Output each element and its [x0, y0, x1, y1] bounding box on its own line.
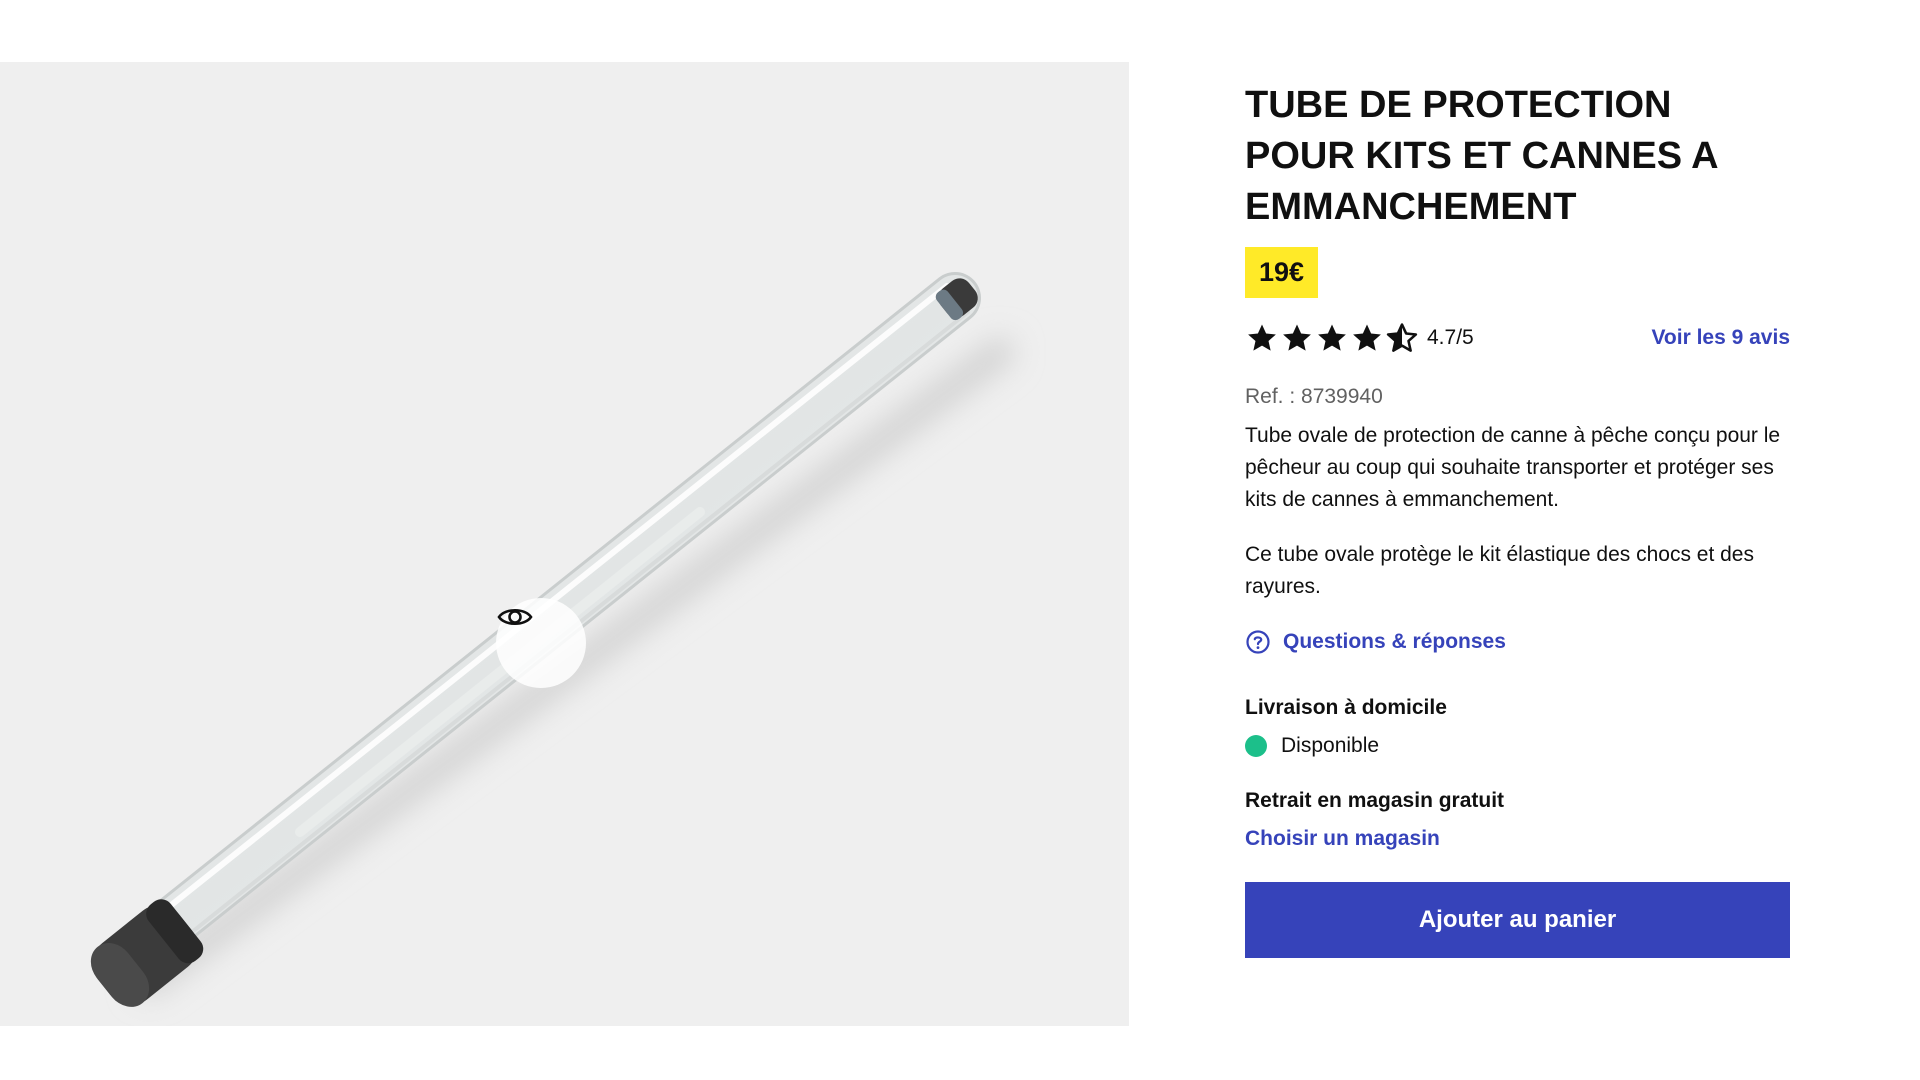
- product-info-panel: TUBE DE PROTECTION POUR KITS ET CANNES A…: [1245, 80, 1790, 958]
- availability-status: Disponible: [1245, 731, 1790, 761]
- star-full-icon: [1353, 324, 1381, 351]
- star-full-icon: [1283, 324, 1311, 351]
- available-dot-icon: [1245, 735, 1267, 757]
- star-half-icon: [1386, 323, 1418, 352]
- choose-store-link[interactable]: Choisir un magasin: [1245, 824, 1790, 854]
- store-pickup-section: Retrait en magasin gratuit Choisir un ma…: [1245, 786, 1790, 854]
- home-delivery-title: Livraison à domicile: [1245, 696, 1447, 719]
- store-pickup-title: Retrait en magasin gratuit: [1245, 789, 1505, 812]
- home-delivery-section: Livraison à domicile Disponible: [1245, 693, 1790, 761]
- rating-stars: 4.7/5: [1245, 321, 1474, 355]
- add-to-cart-button[interactable]: Ajouter au panier: [1245, 882, 1790, 958]
- zoom-button[interactable]: [496, 598, 586, 688]
- see-reviews-link[interactable]: Voir les 9 avis: [1651, 326, 1790, 350]
- product-reference: Ref. : 8739940: [1245, 385, 1383, 408]
- price-badge: 19€: [1245, 247, 1319, 298]
- star-full-icon: [1318, 324, 1346, 351]
- description-paragraph: Tube ovale de protection de canne à pêch…: [1245, 424, 1781, 511]
- product-title: TUBE DE PROTECTION POUR KITS ET CANNES A…: [1245, 84, 1718, 228]
- description-paragraph: Ce tube ovale protège le kit élastique d…: [1245, 543, 1754, 598]
- product-image-gallery[interactable]: [0, 62, 1129, 1026]
- questions-answers-link[interactable]: Questions & réponses: [1245, 625, 1790, 659]
- eye-icon: [497, 608, 533, 626]
- star-full-icon: [1248, 324, 1276, 351]
- availability-label: Disponible: [1281, 734, 1380, 757]
- questions-answers-label[interactable]: Questions & réponses: [1283, 630, 1506, 654]
- rating-row: 4.7/5 Voir les 9 avis: [1245, 318, 1790, 358]
- question-circle-icon: [1246, 630, 1270, 654]
- price-row: 19€: [1245, 247, 1790, 298]
- product-image: [90, 272, 1015, 1007]
- rating-value: 4.7/5: [1427, 326, 1474, 349]
- product-page: TUBE DE PROTECTION POUR KITS ET CANNES A…: [0, 0, 1920, 1080]
